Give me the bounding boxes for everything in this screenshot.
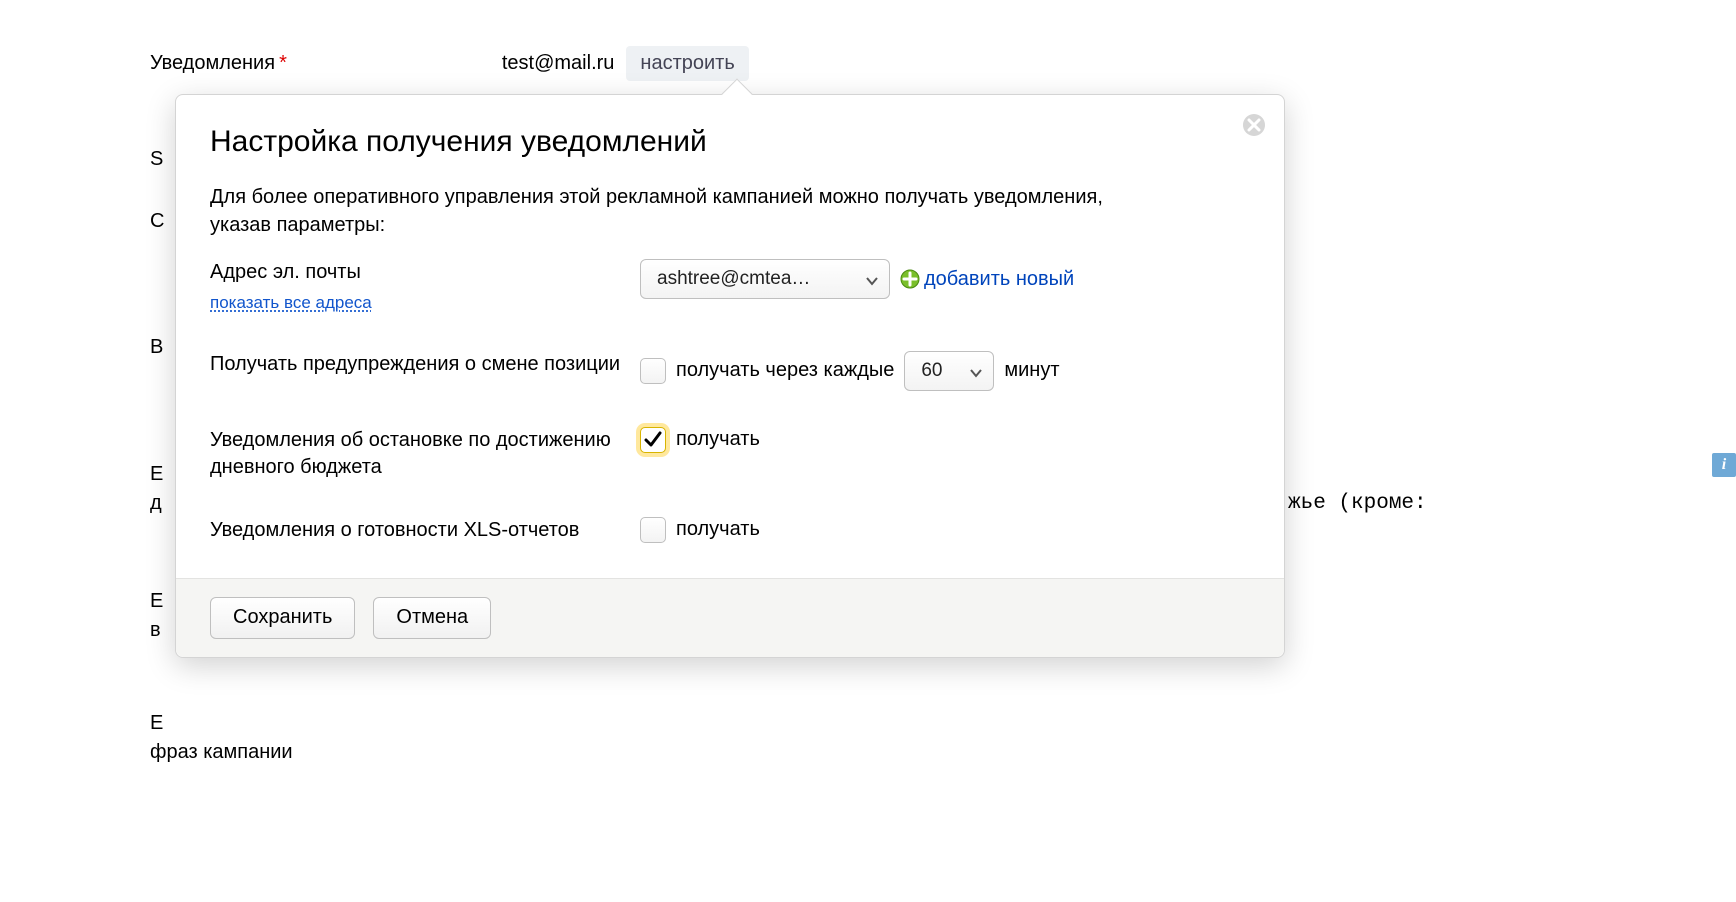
chevron-down-icon <box>969 364 983 378</box>
budget-stop-checkbox[interactable] <box>640 427 666 453</box>
bg-text-fragment: Е <box>150 590 163 613</box>
dialog-footer: Сохранить Отмена <box>176 578 1284 657</box>
close-icon[interactable] <box>1242 113 1266 137</box>
add-new-email-link[interactable]: добавить новый <box>900 268 1074 291</box>
interval-select-value: 60 <box>921 360 942 382</box>
position-warning-label: Получать предупреждения о смене позиции <box>210 351 640 378</box>
position-warning-row: Получать предупреждения о смене позиции … <box>210 351 1250 391</box>
notifications-label: Уведомления <box>150 52 275 75</box>
info-icon[interactable]: i <box>1712 453 1736 477</box>
xls-reports-label: Уведомления о готовности XLS-отчетов <box>210 517 640 544</box>
configure-button[interactable]: настроить <box>626 46 748 81</box>
minutes-label: минут <box>1004 359 1059 382</box>
cancel-button[interactable]: Отмена <box>373 597 491 639</box>
xls-reports-row: Уведомления о готовности XLS-отчетов пол… <box>210 517 1250 544</box>
email-label: Адрес эл. почты <box>210 261 361 283</box>
save-button[interactable]: Сохранить <box>210 597 355 639</box>
notifications-email-value: test@mail.ru <box>502 52 615 75</box>
bg-text-fragment: Е <box>150 712 163 735</box>
position-warning-checkbox[interactable] <box>640 358 666 384</box>
receive-every-label: получать через каждые <box>676 359 894 382</box>
bg-text-fragment: в <box>150 619 161 642</box>
dialog-title: Настройка получения уведомлений <box>210 125 1250 159</box>
xls-reports-receive-label: получать <box>676 518 760 541</box>
bg-text-fragment: S <box>150 148 163 171</box>
dialog-description: Для более оперативного управления этой р… <box>210 183 1110 239</box>
notifications-field-row: Уведомления * test@mail.ru настроить <box>150 46 749 81</box>
bg-text-fragment: В <box>150 336 163 359</box>
xls-reports-checkbox[interactable] <box>640 517 666 543</box>
bg-text-fragment: фраз кампании <box>150 741 293 764</box>
bg-text-fragment-right: жье (кроме: <box>1288 492 1427 515</box>
bg-text-fragment: д <box>150 492 162 515</box>
bg-text-fragment: С <box>150 210 164 233</box>
interval-select[interactable]: 60 <box>904 351 994 391</box>
bg-text-fragment: Е <box>150 463 163 486</box>
required-marker: * <box>279 52 287 75</box>
show-all-addresses-link[interactable]: показать все адреса <box>210 292 640 315</box>
budget-stop-row: Уведомления об остановке по достижению д… <box>210 427 1250 481</box>
email-select-value: ashtree@cmtea… <box>657 268 810 290</box>
email-row: Адрес эл. почты показать все адреса asht… <box>210 259 1250 315</box>
budget-stop-label: Уведомления об остановке по достижению д… <box>210 427 640 481</box>
notification-settings-dialog: Настройка получения уведомлений Для боле… <box>175 94 1285 658</box>
add-new-email-label: добавить новый <box>924 268 1074 291</box>
email-select[interactable]: ashtree@cmtea… <box>640 259 890 299</box>
plus-icon <box>900 269 920 289</box>
budget-stop-receive-label: получать <box>676 428 760 451</box>
chevron-down-icon <box>865 272 879 286</box>
